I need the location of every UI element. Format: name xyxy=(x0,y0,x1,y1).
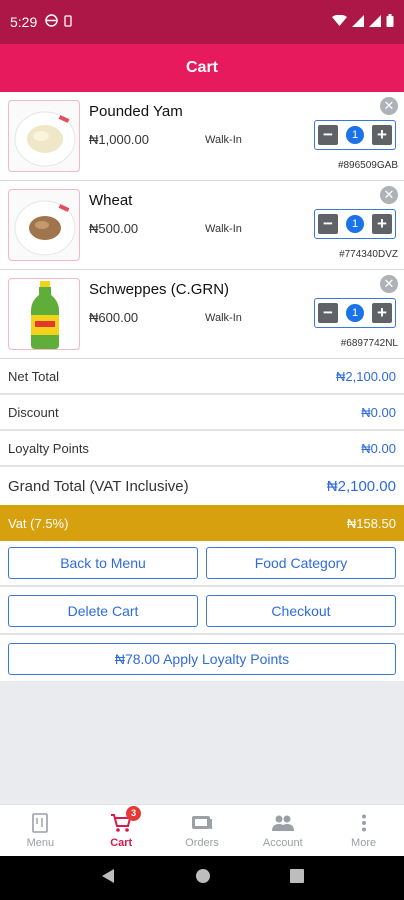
vat-value: ₦158.50 xyxy=(346,515,396,531)
plus-icon: + xyxy=(377,125,387,144)
status-time: 5:29 xyxy=(10,14,38,30)
increase-quantity-button[interactable]: + xyxy=(372,214,392,234)
vat-label: Vat (7.5%) xyxy=(8,515,69,531)
nav-cart[interactable]: 3 Cart xyxy=(81,805,162,856)
settings-notification-icon xyxy=(45,14,58,30)
home-icon[interactable] xyxy=(195,868,211,889)
cart-item: Schweppes (C.GRN) ₦600.00 Walk-In ✕ − 1 … xyxy=(0,270,404,359)
bottom-navigation: Menu 3 Cart Orders Account More xyxy=(0,804,404,856)
totals-section: Net Total ₦2,100.00 Discount ₦0.00 Loyal… xyxy=(0,359,404,505)
food-category-button[interactable]: Food Category xyxy=(206,547,396,579)
orders-icon xyxy=(191,812,213,834)
discount-label: Discount xyxy=(8,404,59,420)
item-order-type: Walk-In xyxy=(205,134,242,146)
item-price: ₦600.00 xyxy=(89,310,139,325)
cart-item: Wheat ₦500.00 Walk-In ✕ − 1 + #774340DVZ xyxy=(0,181,404,270)
account-icon xyxy=(271,812,294,834)
apply-loyalty-points-button[interactable]: ₦78.00 Apply Loyalty Points xyxy=(8,643,396,675)
loyalty-points-value: ₦0.00 xyxy=(361,440,396,456)
wheat-plate-image xyxy=(8,189,80,261)
remove-item-button[interactable]: ✕ xyxy=(380,186,398,204)
plus-icon: + xyxy=(377,214,387,233)
quantity-stepper: − 1 + xyxy=(314,209,396,239)
nav-label: Orders xyxy=(185,837,219,849)
signal-icon xyxy=(352,14,364,30)
page-title: Cart xyxy=(185,59,218,76)
grand-total-value: ₦2,100.00 xyxy=(326,477,396,495)
cart-item: Pounded Yam ₦1,000.00 Walk-In ✕ − 1 + #8… xyxy=(0,92,404,181)
nav-label: Account xyxy=(262,837,303,849)
quantity-value: 1 xyxy=(346,126,364,144)
item-order-type: Walk-In xyxy=(205,312,242,324)
nav-label: Cart xyxy=(110,837,133,849)
back-to-menu-button[interactable]: Back to Menu xyxy=(8,547,198,579)
item-name: Wheat xyxy=(89,192,133,209)
quantity-value: 1 xyxy=(346,215,364,233)
delete-cart-button[interactable]: Delete Cart xyxy=(8,595,198,627)
nav-menu[interactable]: Menu xyxy=(0,805,81,856)
remove-item-button[interactable]: ✕ xyxy=(380,275,398,293)
battery-icon xyxy=(386,14,394,30)
divider xyxy=(0,585,404,587)
grand-total-row: Grand Total (VAT Inclusive) ₦2,100.00 xyxy=(0,467,404,505)
net-total-value: ₦2,100.00 xyxy=(336,368,396,384)
item-order-type: Walk-In xyxy=(205,223,242,235)
net-total-label: Net Total xyxy=(8,368,60,384)
system-navigation-bar xyxy=(0,856,404,900)
decrease-quantity-button[interactable]: − xyxy=(318,125,338,145)
nav-orders[interactable]: Orders xyxy=(162,805,243,856)
grand-total-label: Grand Total (VAT Inclusive) xyxy=(8,477,189,495)
loyalty-points-label: Loyalty Points xyxy=(8,440,89,456)
net-total-row: Net Total ₦2,100.00 xyxy=(0,359,404,395)
quantity-stepper: − 1 + xyxy=(314,120,396,150)
cart-actions: Back to Menu Food Category Delete Cart C… xyxy=(0,541,404,681)
remove-item-button[interactable]: ✕ xyxy=(380,97,398,115)
signal-icon-2 xyxy=(369,14,381,30)
close-icon: ✕ xyxy=(383,187,395,202)
vat-bar: Vat (7.5%) ₦158.50 xyxy=(0,505,404,541)
menu-icon xyxy=(29,812,51,834)
item-name: Schweppes (C.GRN) xyxy=(89,281,230,298)
nav-label: More xyxy=(351,837,377,849)
minus-icon: − xyxy=(323,214,333,233)
increase-quantity-button[interactable]: + xyxy=(372,125,392,145)
app-bar: Cart xyxy=(0,44,404,92)
item-code: #896509GAB xyxy=(337,160,398,171)
recents-icon[interactable] xyxy=(290,868,305,888)
close-icon: ✕ xyxy=(383,276,395,291)
cart-icon: 3 xyxy=(110,806,142,834)
nav-more[interactable]: More xyxy=(323,805,404,856)
status-bar: 5:29 xyxy=(0,0,404,44)
main-content: Pounded Yam ₦1,000.00 Walk-In ✕ − 1 + #8… xyxy=(0,92,404,804)
wifi-icon xyxy=(332,14,347,30)
plus-icon: + xyxy=(377,303,387,322)
item-price: ₦500.00 xyxy=(89,221,139,236)
discount-value: ₦0.00 xyxy=(361,404,396,420)
discount-row: Discount ₦0.00 xyxy=(0,395,404,431)
quantity-stepper: − 1 + xyxy=(314,298,396,328)
decrease-quantity-button[interactable]: − xyxy=(318,214,338,234)
item-name: Pounded Yam xyxy=(89,103,183,120)
back-icon[interactable] xyxy=(100,868,116,889)
cart-list: Pounded Yam ₦1,000.00 Walk-In ✕ − 1 + #8… xyxy=(0,92,404,359)
close-icon: ✕ xyxy=(383,98,395,113)
cart-count-badge: 3 xyxy=(126,806,142,821)
minus-icon: − xyxy=(323,303,333,322)
pounded-yam-plate-image xyxy=(8,100,80,172)
more-icon xyxy=(353,812,375,834)
loyalty-points-row: Loyalty Points ₦0.00 xyxy=(0,431,404,467)
sim-notification-icon xyxy=(64,14,72,30)
quantity-value: 1 xyxy=(346,304,364,322)
item-price: ₦1,000.00 xyxy=(89,132,149,147)
schweppes-bottle-image xyxy=(8,278,80,350)
increase-quantity-button[interactable]: + xyxy=(372,303,392,323)
item-code: #774340DVZ xyxy=(339,249,398,260)
item-code: #6897742NL xyxy=(340,338,398,349)
nav-label: Menu xyxy=(26,837,55,849)
minus-icon: − xyxy=(323,125,333,144)
checkout-button[interactable]: Checkout xyxy=(206,595,396,627)
nav-account[interactable]: Account xyxy=(242,805,323,856)
divider xyxy=(0,633,404,635)
decrease-quantity-button[interactable]: − xyxy=(318,303,338,323)
